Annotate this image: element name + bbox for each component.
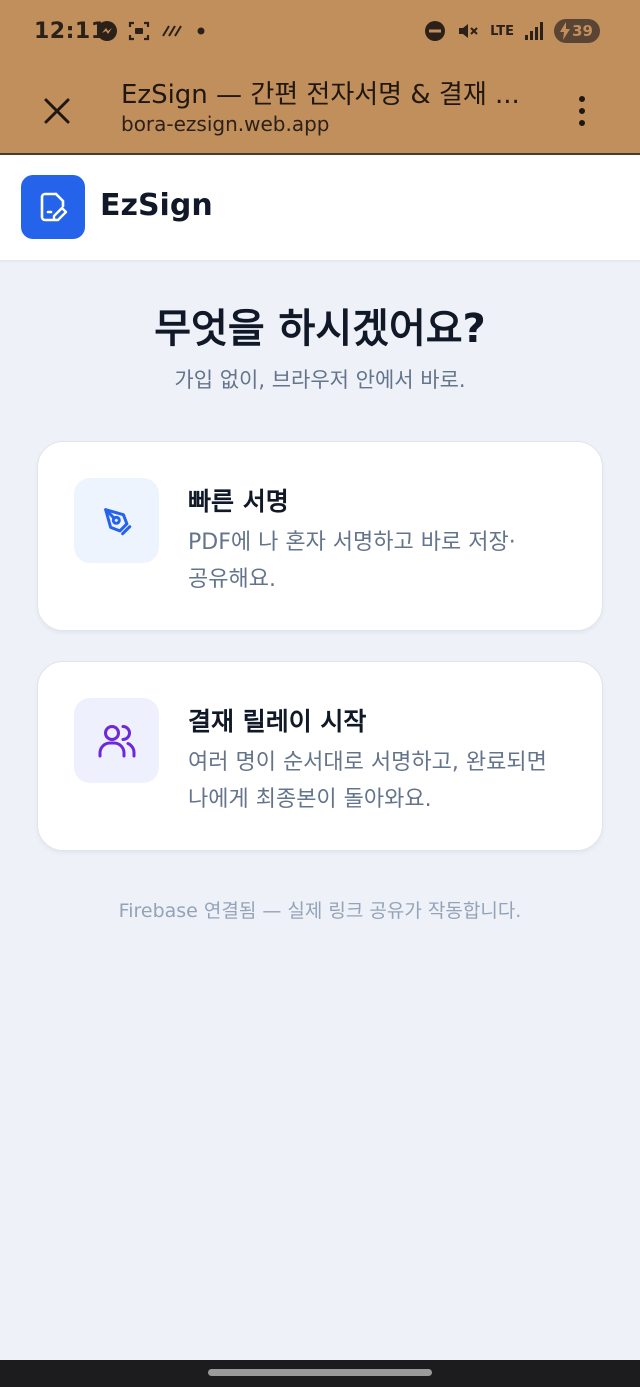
page-title: EzSign — 간편 전자서명 & 결재 ... bbox=[121, 80, 520, 110]
system-nav-bar bbox=[0, 1360, 640, 1387]
users-icon bbox=[98, 724, 135, 757]
dot-icon bbox=[197, 27, 205, 35]
battery-level: 39 bbox=[572, 22, 593, 40]
custom-tab-bar: EzSign — 간편 전자서명 & 결재 ... bora-ezsign.we… bbox=[0, 64, 640, 154]
card-title: 결재 릴레이 시작 bbox=[188, 707, 367, 736]
status-bar: 12:11 LTE 39 bbox=[0, 0, 640, 64]
card-icon-container bbox=[74, 698, 159, 783]
headline: 무엇을 하시겠어요? bbox=[154, 306, 486, 352]
close-button[interactable] bbox=[32, 86, 82, 136]
card-title: 빠른 서명 bbox=[188, 487, 289, 516]
network-type: LTE bbox=[490, 23, 514, 39]
pen-tool-icon bbox=[103, 507, 131, 535]
card-description: PDF에 나 혼자 서명하고 바로 저장·공유해요. bbox=[188, 530, 516, 592]
browser-chrome: 12:11 LTE 39 EzSign — 간편 전자서명 & 결재 ... b… bbox=[0, 0, 640, 155]
do-not-disturb-icon bbox=[425, 21, 446, 41]
document-edit-icon bbox=[40, 192, 68, 222]
card-icon-container bbox=[74, 478, 159, 563]
screenshot-icon bbox=[128, 21, 150, 41]
mute-icon bbox=[459, 24, 478, 38]
page-url[interactable]: bora-ezsign.web.app bbox=[121, 112, 330, 136]
subheadline: 가입 없이, 브라우저 안에서 바로. bbox=[174, 368, 466, 392]
battery-icon: 39 bbox=[554, 19, 600, 43]
app-logo[interactable] bbox=[21, 175, 85, 239]
approval-relay-card[interactable]: 결재 릴레이 시작 여러 명이 순서대로 서명하고, 완료되면 나에게 최종본이… bbox=[37, 661, 603, 851]
more-vert-icon bbox=[579, 96, 585, 102]
app-header: EzSign bbox=[0, 155, 640, 261]
messenger-icon bbox=[97, 21, 117, 41]
home-gesture-handle[interactable] bbox=[208, 1369, 432, 1376]
nfc-icon bbox=[162, 25, 182, 37]
close-icon bbox=[44, 98, 70, 124]
card-description: 여러 명이 순서대로 서명하고, 완료되면 나에게 최종본이 돌아와요. bbox=[188, 750, 547, 812]
more-menu-button[interactable] bbox=[564, 86, 600, 136]
signal-icon bbox=[525, 22, 543, 40]
quick-sign-card[interactable]: 빠른 서명 PDF에 나 혼자 서명하고 바로 저장·공유해요. bbox=[37, 441, 603, 631]
app-name: EzSign bbox=[100, 188, 213, 223]
connection-status-note: Firebase 연결됨 — 실제 링크 공유가 작동합니다. bbox=[118, 900, 522, 922]
